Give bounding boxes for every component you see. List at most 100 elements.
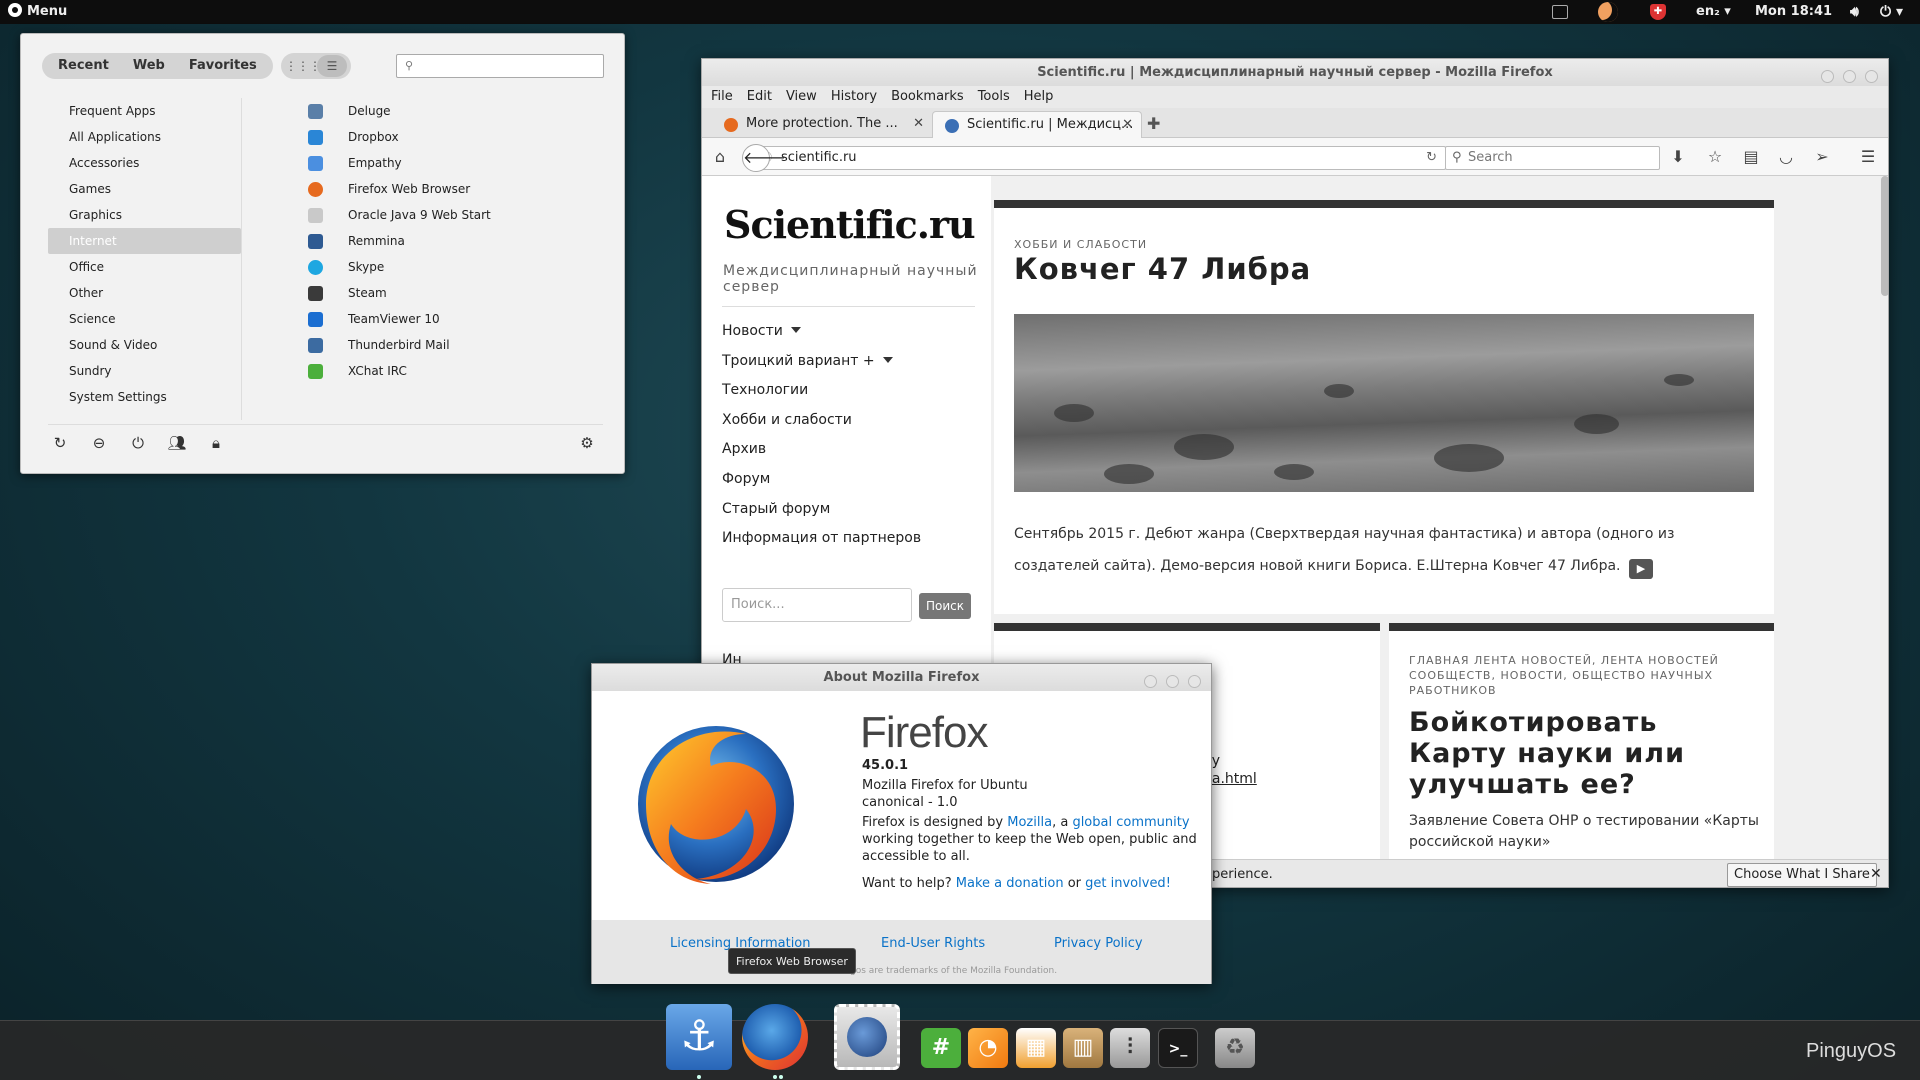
menu-search-input[interactable]: ⚲ [396,54,604,78]
search-input[interactable]: ⚲ Search [1445,146,1660,170]
app-item-firefox[interactable]: Firefox Web Browser [284,176,604,202]
video-editor-icon[interactable]: ▦ [1016,1028,1056,1068]
site-nav-news[interactable]: Новости [722,316,921,346]
share-icon[interactable]: ➢ [1812,147,1832,167]
shutdown-icon[interactable]: ⏻ [128,434,148,454]
app-item-thunderbird[interactable]: Thunderbird Mail [284,332,604,358]
anchor-icon[interactable]: ⚓︎ [666,1004,732,1070]
redshift-moon-icon[interactable] [1598,0,1618,24]
site-nav-tech[interactable]: Технологии [722,375,921,405]
close-button[interactable] [1188,675,1201,688]
category-other[interactable]: Other [48,280,241,306]
close-button[interactable] [1865,70,1878,83]
site-nav-partners[interactable]: Информация от партнеров [722,523,921,553]
app-item-teamviewer[interactable]: TeamViewer 10 [284,306,604,332]
reload-icon[interactable]: ↻ [1426,147,1437,169]
tab-web[interactable]: Web [121,53,177,79]
choose-what-i-share-button[interactable]: Choose What I Share [1727,863,1877,887]
article-title[interactable]: Ковчег 47 Либра [1014,252,1311,286]
app-item-remmina[interactable]: Remmina [284,228,604,254]
url-input[interactable]: ⓘ scientific.ru ↻ [752,146,1446,170]
thunderbird-icon[interactable] [834,1004,900,1070]
site-search-input[interactable]: Поиск... [722,588,912,622]
category-accessories[interactable]: Accessories [48,150,241,176]
category-sound-video[interactable]: Sound & Video [48,332,241,358]
menu-edit[interactable]: Edit [747,86,772,108]
category-science[interactable]: Science [48,306,241,332]
app-item-steam[interactable]: Steam [284,280,604,306]
new-tab-icon[interactable]: ✚ [1147,114,1160,133]
site-search-button[interactable]: Поиск [919,593,971,619]
end-user-rights-link[interactable]: End-User Rights [881,936,985,951]
dialog-titlebar[interactable]: About Mozilla Firefox [592,664,1211,691]
restart-icon[interactable]: ↻ [50,434,70,454]
category-all-applications[interactable]: All Applications [48,124,241,150]
screen-icon[interactable] [1552,0,1568,24]
page-scrollbar[interactable] [1880,176,1888,887]
bookmarks-list-icon[interactable]: ▤ [1741,147,1761,167]
app-item-java[interactable]: Oracle Java 9 Web Start [284,202,604,228]
terminal-icon[interactable]: >_ [1158,1028,1198,1068]
sublime-icon[interactable]: ◔ [968,1028,1008,1068]
menu-history[interactable]: History [831,86,877,108]
get-involved-link[interactable]: get involved! [1085,876,1171,891]
category-sundry[interactable]: Sundry [48,358,241,384]
category-frequent-apps[interactable]: Frequent Apps [48,98,241,124]
site-nav-archive[interactable]: Архив [722,434,921,464]
downloads-icon[interactable]: ⬇ [1668,147,1688,167]
global-community-link[interactable]: global community [1072,815,1189,830]
mozilla-link[interactable]: Mozilla [1007,815,1052,830]
volume-icon[interactable]: 🔊︎ [1850,0,1859,24]
site-nav-old-forum[interactable]: Старый форум [722,494,921,524]
clock[interactable]: Mon 18:41 [1755,0,1832,24]
article-category[interactable]: ХОББИ И СЛАБОСТИ [1014,238,1147,251]
shield-icon[interactable]: ✚ [1650,0,1666,24]
back-arrow-icon[interactable]: 🡐 [742,144,786,172]
card-categories[interactable]: ГЛАВНАЯ ЛЕНТА НОВОСТЕЙ, ЛЕНТА НОВОСТЕЙ С… [1409,653,1749,698]
minimize-button[interactable] [1144,675,1157,688]
app-item-skype[interactable]: Skype [284,254,604,280]
menu-view[interactable]: View [786,86,817,108]
site-nav-troitsky[interactable]: Троицкий вариант + [722,346,921,376]
category-internet[interactable]: Internet [48,228,241,254]
list-view-icon[interactable]: ☰ [317,55,347,77]
grid-view-icon[interactable]: ⋮⋮⋮ [285,55,321,77]
pocket-icon[interactable]: ◡ [1776,147,1796,167]
trash-icon[interactable]: ♻ [1215,1028,1255,1068]
suspend-icon[interactable]: ⊖ [89,434,109,454]
settings-gear-icon[interactable]: ⚙ [577,434,597,454]
card-title[interactable]: Бойкотировать Карту науки или улучшать е… [1409,707,1759,800]
power-icon[interactable]: ⏻ ▾ [1880,0,1903,24]
site-nav-forum[interactable]: Форум [722,464,921,494]
category-office[interactable]: Office [48,254,241,280]
app-item-dropbox[interactable]: Dropbox [284,124,604,150]
read-more-button[interactable]: ▶ [1628,559,1653,579]
tab-scientific[interactable]: Scientific.ru | Междисц... ✕ [932,111,1142,138]
article-image[interactable] [1014,314,1754,492]
lock-icon[interactable]: 🔒︎ [206,434,226,454]
firefox-icon[interactable] [742,1004,808,1070]
tab-more-protection[interactable]: More protection. The ... ✕ [712,111,932,138]
maximize-button[interactable] [1843,70,1856,83]
keyboard-layout-indicator[interactable]: en₂ ▾ [1696,0,1731,24]
menu-tools[interactable]: Tools [978,86,1010,108]
site-nav-hobby[interactable]: Хобби и слабости [722,405,921,435]
hamburger-menu-icon[interactable]: ☰ [1858,147,1878,167]
archive-icon[interactable]: ▥ [1063,1028,1103,1068]
home-icon[interactable]: ⌂ [710,147,730,167]
menu-help[interactable]: Help [1024,86,1054,108]
notification-close-icon[interactable]: ✕ [1870,866,1882,882]
menu-button[interactable]: Menu [8,0,67,24]
category-graphics[interactable]: Graphics [48,202,241,228]
mixer-icon[interactable]: ⫶ [1110,1028,1150,1068]
bookmark-star-icon[interactable]: ☆ [1705,147,1725,167]
tab-close-icon[interactable]: ✕ [913,111,924,137]
maximize-button[interactable] [1166,675,1179,688]
app-item-xchat[interactable]: XChat IRC [284,358,604,384]
tab-favorites[interactable]: Favorites [177,53,269,79]
donation-link[interactable]: Make a donation [956,876,1064,891]
tab-close-icon[interactable]: ✕ [1122,112,1133,138]
scrollbar-thumb[interactable] [1881,176,1888,296]
window-titlebar[interactable]: Scientific.ru | Междисциплинарный научны… [702,59,1888,86]
category-system-settings[interactable]: System Settings [48,384,241,410]
